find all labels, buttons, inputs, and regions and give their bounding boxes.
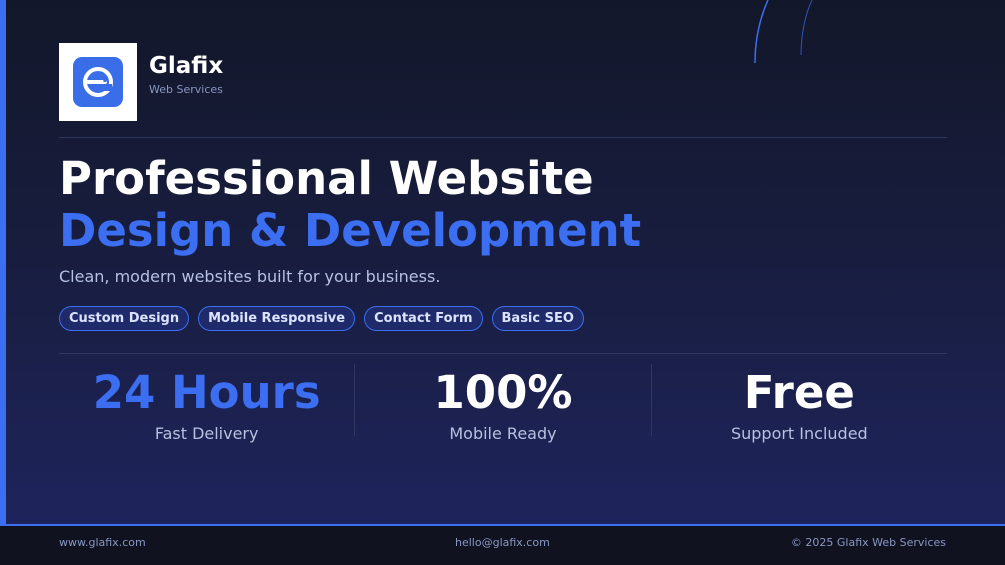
headline-line-2: Design & Development: [59, 204, 642, 257]
stat-value: Free: [743, 366, 855, 419]
stat-value: 24 Hours: [92, 366, 321, 419]
stats-row: 24 Hours Fast Delivery 100% Mobile Ready…: [59, 364, 947, 443]
footer-email-link[interactable]: hello@glafix.com: [455, 536, 550, 549]
stat-label: Mobile Ready: [449, 424, 557, 443]
stat-label: Support Included: [730, 424, 868, 443]
stat-delivery: 24 Hours Fast Delivery: [59, 364, 354, 443]
footer-website-link[interactable]: www.glafix.com: [59, 536, 146, 549]
brand-name: Glafix: [149, 53, 224, 79]
feature-tags: Custom Design Mobile Responsive Contact …: [59, 306, 584, 331]
left-accent-bar: [0, 0, 6, 525]
tag-basic-seo: Basic SEO: [491, 306, 584, 331]
brand-tagline: Web Services: [149, 83, 223, 96]
footer: www.glafix.com hello@glafix.com © 2025 G…: [0, 524, 1005, 565]
tag-contact-form: Contact Form: [364, 306, 483, 331]
footer-copyright: © 2025 Glafix Web Services: [790, 536, 946, 549]
stats-divider: [59, 353, 947, 354]
tag-custom-design: Custom Design: [59, 306, 190, 331]
logo: [59, 43, 137, 121]
stat-support: Free Support Included: [650, 364, 947, 443]
hero-subtitle: Clean, modern websites built for your bu…: [59, 267, 441, 286]
stat-mobile: 100% Mobile Ready: [354, 364, 650, 443]
decorative-arcs: [754, 0, 813, 64]
glafix-logo-icon: [73, 57, 123, 107]
stat-label: Fast Delivery: [154, 424, 259, 443]
stat-value: 100%: [433, 366, 573, 419]
headline-line-1: Professional Website: [59, 152, 594, 205]
tag-mobile-responsive: Mobile Responsive: [198, 306, 356, 331]
header-divider: [59, 137, 947, 138]
